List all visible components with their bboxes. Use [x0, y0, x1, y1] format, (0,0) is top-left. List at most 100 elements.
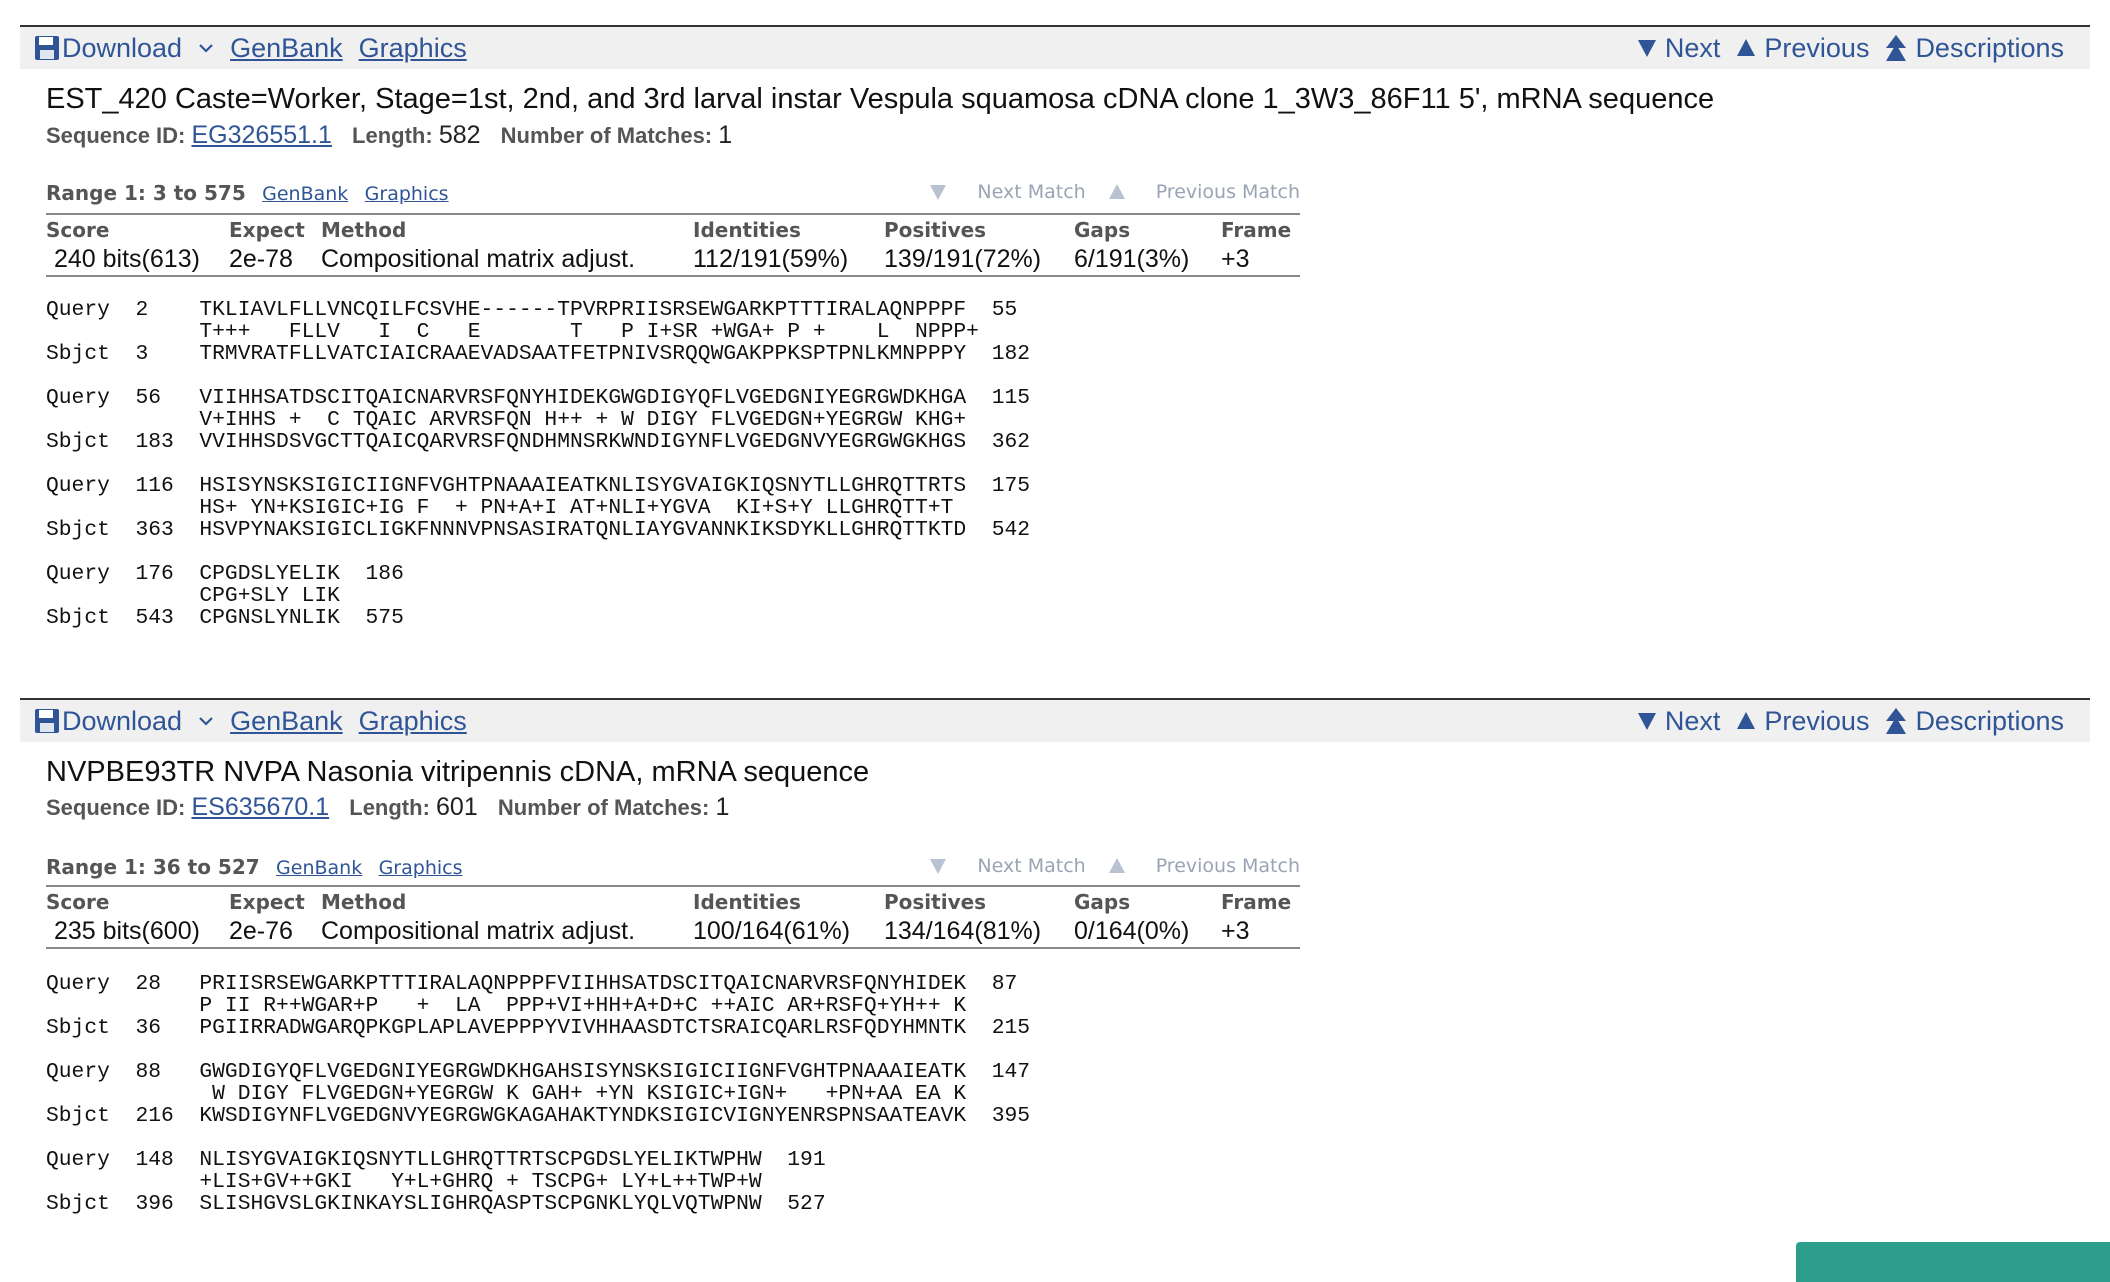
- double-triangle-up-icon: [1886, 708, 1907, 734]
- alignment-text: Query 28 PRIISRSEWGARKPTTTIRALAQNPPPFVII…: [46, 972, 1031, 1216]
- sequence-id-link[interactable]: EG326551.1: [192, 121, 332, 149]
- col-identities-header: Identities: [693, 890, 801, 914]
- next-match-button[interactable]: Next Match: [929, 855, 1086, 877]
- result-block: Download GenBank Graphics Next Previous …: [20, 0, 2090, 680]
- save-disk-icon: [35, 709, 59, 733]
- result-toolbar: Download GenBank Graphics Next Previous …: [20, 25, 2090, 69]
- next-button[interactable]: Next: [1637, 33, 1720, 64]
- sequence-info: Sequence ID: EG326551.1 Length: 582 Numb…: [46, 121, 746, 150]
- triangle-up-icon: [1108, 858, 1125, 873]
- double-triangle-up-icon: [1886, 35, 1907, 61]
- sequence-id-label: Sequence ID:: [46, 795, 186, 820]
- positives-value: 139/191(72%): [884, 245, 1042, 273]
- triangle-down-icon: [930, 859, 947, 874]
- score-table-header: Score Expect Method Identities Positives…: [46, 215, 1300, 245]
- col-expect-header: Expect: [229, 890, 305, 914]
- sequence-title: EST_420 Caste=Worker, Stage=1st, 2nd, an…: [46, 83, 1715, 115]
- frame-value: +3: [1221, 917, 1250, 945]
- save-disk-icon: [35, 36, 59, 60]
- col-positives-header: Positives: [884, 218, 987, 242]
- download-button[interactable]: Download: [34, 706, 230, 737]
- col-expect-header: Expect: [229, 218, 305, 242]
- score-table: Score Expect Method Identities Positives…: [46, 213, 1300, 277]
- identities-value: 112/191(59%): [693, 245, 849, 273]
- score-table-header: Score Expect Method Identities Positives…: [46, 887, 1300, 917]
- score-value: 240 bits(613): [54, 245, 200, 273]
- length-label: Length:: [352, 123, 433, 148]
- previous-button[interactable]: Previous: [1736, 706, 1869, 737]
- genbank-link[interactable]: GenBank: [230, 33, 343, 64]
- download-label: Download: [62, 705, 183, 736]
- genbank-link[interactable]: GenBank: [230, 706, 343, 737]
- result-toolbar: Download GenBank Graphics Next Previous …: [20, 698, 2090, 742]
- sequence-title: NVPBE93TR NVPA Nasonia vitripennis cDNA,…: [46, 756, 870, 788]
- score-table-row: 240 bits(613) 2e-78 Compositional matrix…: [46, 245, 1300, 275]
- range-graphics-link[interactable]: Graphics: [365, 183, 449, 205]
- next-match-button[interactable]: Next Match: [929, 181, 1086, 203]
- expect-value: 2e-78: [229, 245, 293, 273]
- col-identities-header: Identities: [693, 218, 801, 242]
- next-label: Next: [1664, 705, 1721, 736]
- descriptions-label: Descriptions: [1915, 32, 2064, 63]
- col-frame-header: Frame: [1221, 890, 1292, 914]
- previous-match-button[interactable]: Previous Match: [1108, 181, 1300, 203]
- triangle-down-icon: [930, 185, 947, 200]
- next-match-label: Next Match: [977, 855, 1086, 877]
- length-label: Length:: [349, 795, 430, 820]
- previous-button[interactable]: Previous: [1736, 33, 1869, 64]
- sequence-id-label: Sequence ID:: [46, 123, 186, 148]
- next-button[interactable]: Next: [1637, 705, 1721, 737]
- positives-value: 134/164(81%): [884, 917, 1042, 945]
- col-gaps-header: Gaps: [1074, 218, 1131, 242]
- feedback-tab[interactable]: [1796, 1242, 2110, 1282]
- score-table: Score Expect Method Identities Positives…: [46, 885, 1300, 949]
- range-graphics-link[interactable]: Graphics: [379, 857, 463, 879]
- gaps-value: 6/191(3%): [1074, 245, 1190, 273]
- previous-match-label: Previous Match: [1155, 181, 1300, 203]
- score-value: 235 bits(600): [54, 917, 200, 945]
- sequence-id-link[interactable]: ES635670.1: [192, 793, 330, 821]
- match-nav: Next Match Previous Match: [907, 181, 1300, 203]
- frame-value: +3: [1221, 245, 1250, 273]
- triangle-down-icon: [1637, 713, 1656, 730]
- range-genbank-link[interactable]: GenBank: [276, 857, 362, 879]
- triangle-down-icon: [1637, 40, 1656, 57]
- descriptions-label: Descriptions: [1915, 705, 2064, 736]
- matches-label: Number of Matches:: [497, 795, 710, 820]
- descriptions-button[interactable]: Descriptions: [1885, 33, 2064, 64]
- sequence-info: Sequence ID: ES635670.1 Length: 601 Numb…: [46, 793, 743, 822]
- range-row: Range 1: 36 to 527 GenBank Graphics Next…: [46, 855, 1300, 879]
- col-positives-header: Positives: [884, 890, 987, 914]
- col-gaps-header: Gaps: [1074, 890, 1131, 914]
- range-label: Range 1: 36 to 527: [46, 855, 260, 879]
- match-nav: Next Match Previous Match: [907, 855, 1300, 877]
- triangle-up-icon: [1737, 712, 1756, 729]
- next-match-label: Next Match: [977, 181, 1086, 203]
- descriptions-button[interactable]: Descriptions: [1885, 706, 2064, 737]
- method-value: Compositional matrix adjust.: [321, 245, 636, 273]
- previous-match-button[interactable]: Previous Match: [1108, 855, 1300, 877]
- matches-label: Number of Matches:: [500, 123, 713, 148]
- col-score-header: Score: [46, 218, 110, 242]
- length-value: 582: [438, 121, 481, 149]
- score-table-row: 235 bits(600) 2e-76 Compositional matrix…: [46, 917, 1300, 947]
- triangle-up-icon: [1737, 39, 1756, 56]
- download-label: Download: [62, 32, 183, 63]
- range-genbank-link[interactable]: GenBank: [262, 183, 348, 205]
- range-row: Range 1: 3 to 575 GenBank Graphics Next …: [46, 181, 1300, 205]
- matches-value: 1: [715, 793, 730, 821]
- chevron-down-icon: [199, 717, 213, 726]
- download-button[interactable]: Download: [34, 33, 230, 64]
- previous-label: Previous: [1764, 705, 1870, 736]
- range-label: Range 1: 3 to 575: [46, 181, 246, 205]
- alignment-text: Query 2 TKLIAVLFLLVNCQILFCSVHE------TPVR…: [46, 298, 1031, 630]
- col-frame-header: Frame: [1221, 218, 1292, 242]
- result-block: Download GenBank Graphics Next Previous …: [20, 674, 2090, 1274]
- method-value: Compositional matrix adjust.: [321, 917, 636, 945]
- matches-value: 1: [718, 121, 733, 149]
- expect-value: 2e-76: [229, 917, 293, 945]
- graphics-link[interactable]: Graphics: [359, 33, 467, 64]
- col-score-header: Score: [46, 890, 110, 914]
- graphics-link[interactable]: Graphics: [359, 706, 467, 737]
- triangle-up-icon: [1108, 184, 1125, 199]
